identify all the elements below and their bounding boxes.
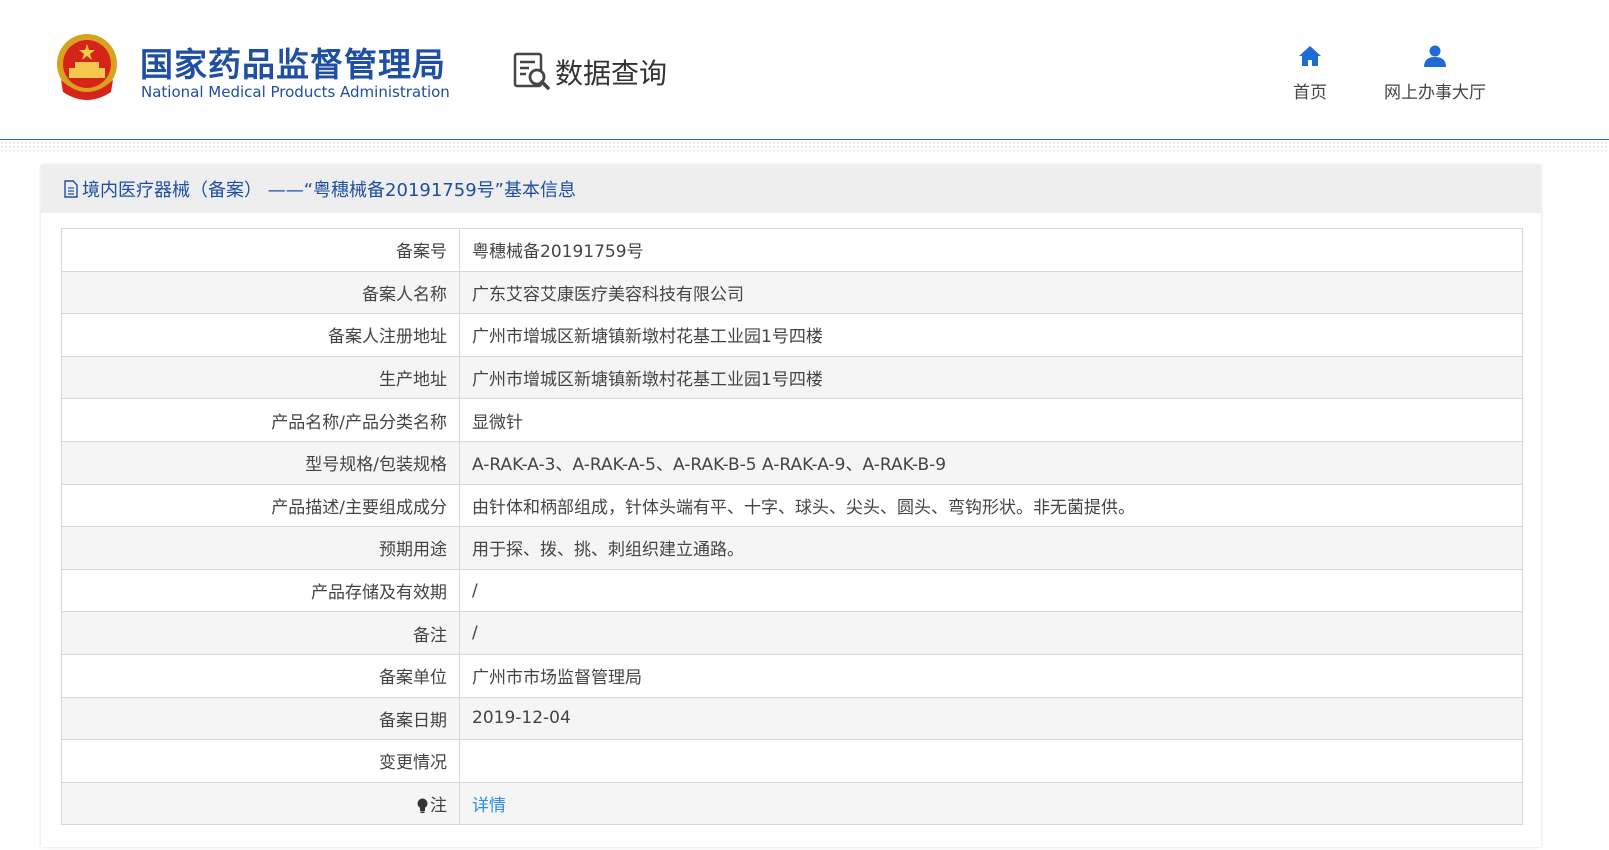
row-value: /	[459, 611, 1523, 655]
row-value: 由针体和柄部组成，针体头端有平、十字、球头、尖头、圆头、弯钩形状。非无菌提供。	[459, 483, 1523, 528]
lightbulb-icon	[417, 798, 428, 814]
row-value: /	[459, 568, 1523, 613]
row-value: 广州市增城区新塘镇新墩村花基工业园1号四楼	[459, 355, 1523, 400]
row-value: 广东艾容艾康医疗美容科技有限公司	[459, 270, 1523, 315]
row-label: 备案人名称	[61, 270, 460, 315]
info-panel: 境内医疗器械（备案） ——“粤穗械备20191759号”基本信息 备案号 粤穗械…	[41, 165, 1541, 847]
row-value: 粤穗械备20191759号	[459, 228, 1523, 272]
logo-title-en: National Medical Products Administration	[141, 83, 450, 101]
table-row: 变更情况	[61, 739, 1523, 783]
details-link[interactable]: 详情	[472, 796, 506, 816]
row-label: 变更情况	[61, 739, 460, 783]
panel-header: 境内医疗器械（备案） ——“粤穗械备20191759号”基本信息	[41, 165, 1541, 213]
row-value: 2019-12-04	[459, 696, 1523, 741]
row-label: 备案日期	[61, 696, 460, 741]
info-table: 备案号 粤穗械备20191759号 备案人名称 广东艾容艾康医疗美容科技有限公司…	[61, 228, 1523, 826]
table-row: 生产地址 广州市增城区新塘镇新墩村花基工业园1号四楼	[61, 355, 1523, 400]
nav-hall-label: 网上办事大厅	[1384, 83, 1486, 103]
row-label: 型号规格/包装规格	[61, 440, 460, 485]
home-icon	[1299, 46, 1321, 66]
table-row: 产品名称/产品分类名称 显微针	[61, 398, 1523, 442]
nav-home[interactable]: 首页	[1290, 44, 1330, 104]
row-value	[459, 739, 1523, 783]
table-row: 产品描述/主要组成成分 由针体和柄部组成，针体头端有平、十字、球头、尖头、圆头、…	[61, 483, 1523, 528]
row-value: 显微针	[459, 398, 1523, 442]
table-row: 备案人名称 广东艾容艾康医疗美容科技有限公司	[61, 270, 1523, 315]
row-value: 广州市市场监督管理局	[459, 653, 1523, 698]
data-query-title: 数据查询	[555, 57, 668, 90]
nav-home-label: 首页	[1293, 83, 1327, 103]
table-row: 产品存储及有效期 /	[61, 568, 1523, 613]
panel-title: 境内医疗器械（备案） ——“粤穗械备20191759号”基本信息	[82, 180, 576, 201]
nav-online-hall[interactable]: 网上办事大厅	[1380, 44, 1490, 104]
row-label: 备案号	[61, 228, 460, 272]
row-label: 备案单位	[61, 653, 460, 698]
decorative-strip	[0, 141, 1609, 151]
row-label: 备案人注册地址	[61, 313, 460, 357]
table-row: 备注 /	[61, 611, 1523, 655]
note-label: 注	[430, 796, 447, 817]
note-value-cell: 详情	[459, 781, 1523, 826]
table-row: 备案单位 广州市市场监督管理局	[61, 653, 1523, 698]
table-row: 备案人注册地址 广州市增城区新塘镇新墩村花基工业园1号四楼	[61, 313, 1523, 357]
table-row: 备案号 粤穗械备20191759号	[61, 228, 1523, 272]
site-header: 国家药品监督管理局 National Medical Products Admi…	[0, 0, 1609, 140]
row-label: 备注	[61, 611, 460, 655]
row-label: 产品名称/产品分类名称	[61, 398, 460, 442]
logo-title-cn: 国家药品监督管理局	[140, 45, 446, 84]
row-label: 产品存储及有效期	[61, 568, 460, 613]
row-value: A-RAK-A-3、A-RAK-A-5、A-RAK-B-5 A-RAK-A-9、…	[459, 440, 1523, 485]
user-icon	[1424, 45, 1446, 67]
document-icon	[64, 180, 78, 198]
row-value: 广州市增城区新塘镇新墩村花基工业园1号四楼	[459, 313, 1523, 357]
row-label: 预期用途	[61, 526, 460, 570]
note-label-cell: 注	[61, 781, 460, 826]
table-row: 型号规格/包装规格 A-RAK-A-3、A-RAK-A-5、A-RAK-B-5 …	[61, 440, 1523, 485]
table-row: 备案日期 2019-12-04	[61, 696, 1523, 741]
data-query-icon	[513, 52, 550, 90]
row-label: 生产地址	[61, 355, 460, 400]
row-value: 用于探、拨、挑、刺组织建立通路。	[459, 526, 1523, 570]
row-label: 产品描述/主要组成成分	[61, 483, 460, 528]
table-row: 预期用途 用于探、拨、挑、刺组织建立通路。	[61, 526, 1523, 570]
table-row: 注 详情	[61, 781, 1523, 826]
national-emblem-icon	[57, 34, 117, 100]
